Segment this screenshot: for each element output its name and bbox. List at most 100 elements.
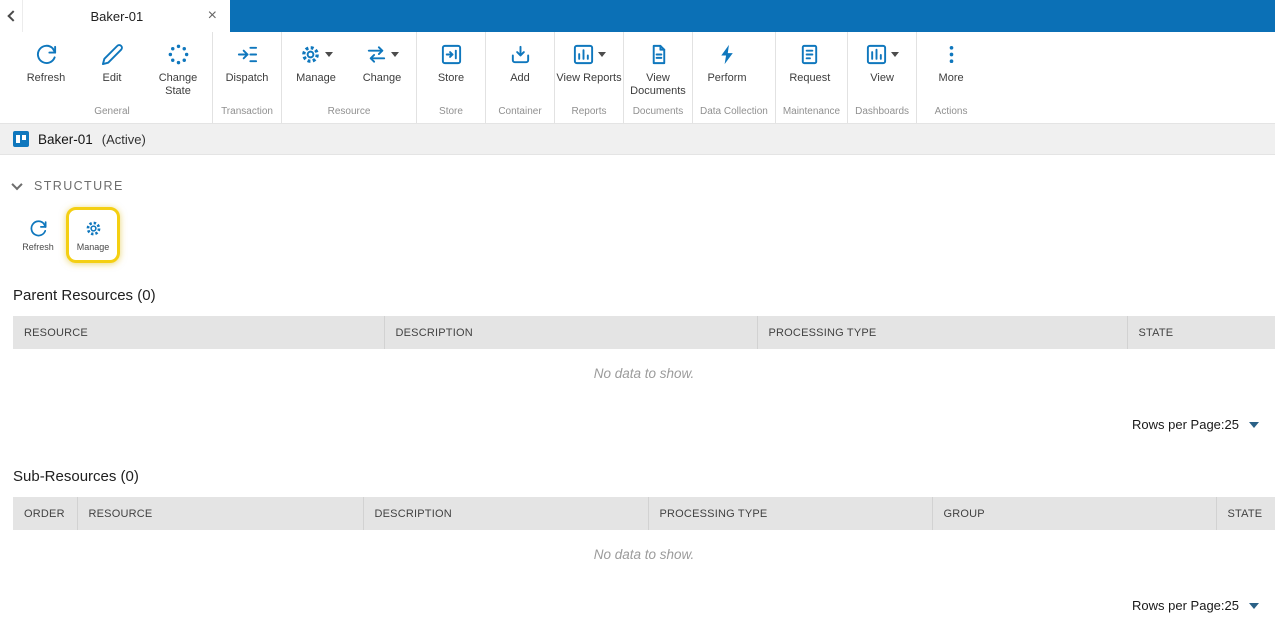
store-button[interactable]: Store bbox=[418, 32, 484, 106]
ribbon-group-label: Store bbox=[439, 106, 463, 117]
parent-resources-table: RESOURCE DESCRIPTION PROCESSING TYPE STA… bbox=[13, 316, 1275, 349]
ribbon-group-label: Actions bbox=[934, 106, 968, 117]
view-dashboards-button[interactable]: View bbox=[849, 32, 915, 106]
top-bar: Baker-01 × bbox=[0, 0, 1275, 32]
column-header-resource[interactable]: RESOURCE bbox=[13, 316, 385, 349]
column-header-state[interactable]: STATE bbox=[1216, 497, 1275, 530]
dropdown-caret-icon bbox=[391, 51, 399, 57]
empty-state-text: No data to show. bbox=[593, 366, 695, 381]
sub-resources-table: ORDER RESOURCE DESCRIPTION PROCESSING TY… bbox=[13, 497, 1275, 530]
refresh-icon bbox=[36, 44, 56, 64]
structure-refresh-button[interactable]: Refresh bbox=[16, 212, 60, 258]
lightning-bolt-icon bbox=[720, 44, 733, 64]
structure-section-title: STRUCTURE bbox=[34, 179, 124, 193]
ribbon-group-label: Maintenance bbox=[782, 106, 841, 117]
change-state-icon bbox=[168, 44, 188, 64]
parent-resources-title: Parent Resources (0) bbox=[13, 287, 156, 304]
ribbon-group-actions: More Actions bbox=[917, 32, 985, 123]
ribbon-group-dashboards: View Dashboards bbox=[848, 32, 918, 123]
edit-button[interactable]: Edit bbox=[79, 32, 145, 106]
view-documents-button[interactable]: View Documents bbox=[625, 32, 691, 106]
entity-name: Baker-01 bbox=[38, 131, 93, 147]
refresh-icon bbox=[30, 219, 46, 236]
gear-icon bbox=[86, 221, 100, 235]
ribbon-group-general: Refresh Edit Change State General bbox=[12, 32, 213, 123]
edit-icon bbox=[101, 43, 123, 65]
sub-resources-title: Sub-Resources (0) bbox=[13, 468, 139, 485]
rows-per-page-control[interactable]: Rows per Page:25 bbox=[13, 417, 1275, 432]
dispatch-button[interactable]: Dispatch bbox=[214, 32, 280, 106]
tab-title: Baker-01 bbox=[90, 8, 144, 24]
chevron-left-icon bbox=[7, 10, 19, 22]
view-reports-button[interactable]: View Reports bbox=[556, 32, 622, 106]
dropdown-caret-icon[interactable] bbox=[1249, 421, 1259, 428]
dropdown-caret-icon bbox=[891, 51, 900, 57]
column-header-description[interactable]: DESCRIPTION bbox=[384, 316, 758, 349]
column-header-order[interactable]: ORDER bbox=[13, 497, 78, 530]
ribbon-group-reports: View Reports Reports bbox=[555, 32, 624, 123]
rows-per-page-text: Rows per Page:25 bbox=[1132, 598, 1239, 613]
table-header-row: RESOURCE DESCRIPTION PROCESSING TYPE STA… bbox=[13, 316, 1275, 349]
change-state-button[interactable]: Change State bbox=[145, 32, 211, 106]
add-download-icon bbox=[511, 45, 529, 63]
table-header-row: ORDER RESOURCE DESCRIPTION PROCESSING TY… bbox=[13, 497, 1275, 530]
chevron-down-icon bbox=[11, 178, 23, 191]
main-content: STRUCTURE Refresh Manage Parent Resource… bbox=[0, 178, 1275, 613]
change-button[interactable]: Change bbox=[349, 32, 415, 106]
document-icon bbox=[652, 44, 665, 64]
dropdown-caret-icon bbox=[598, 51, 606, 57]
ribbon-toolbar: Refresh Edit Change State General Dispat… bbox=[0, 32, 1275, 124]
store-icon bbox=[441, 44, 461, 64]
vertical-ellipsis-icon bbox=[949, 45, 953, 63]
ribbon-group-label: Data Collection bbox=[700, 106, 768, 117]
gear-icon bbox=[302, 45, 319, 63]
ribbon-group-label: Documents bbox=[632, 106, 684, 117]
tab-strip: Baker-01 × bbox=[0, 0, 230, 32]
rows-per-page-control[interactable]: Rows per Page:25 bbox=[13, 598, 1275, 613]
dropdown-caret-icon[interactable] bbox=[1249, 602, 1259, 609]
column-header-group[interactable]: GROUP bbox=[932, 497, 1217, 530]
entity-state-badge: (Active) bbox=[101, 131, 146, 147]
ribbon-group-label: General bbox=[94, 106, 130, 117]
dashboard-chart-icon bbox=[866, 44, 887, 64]
column-header-description[interactable]: DESCRIPTION bbox=[363, 497, 649, 530]
add-button[interactable]: Add bbox=[487, 32, 553, 106]
dispatch-icon bbox=[237, 46, 257, 62]
refresh-button[interactable]: Refresh bbox=[13, 32, 79, 106]
swap-arrows-icon bbox=[367, 45, 386, 63]
ribbon-group-resource: Manage Change Resource bbox=[282, 32, 417, 123]
column-header-resource[interactable]: RESOURCE bbox=[77, 497, 364, 530]
close-tab-icon[interactable]: × bbox=[203, 6, 222, 26]
perform-button[interactable]: Perform bbox=[694, 32, 760, 106]
manage-button[interactable]: Manage bbox=[283, 32, 349, 106]
ribbon-group-documents: View Documents Documents bbox=[624, 32, 693, 123]
ribbon-group-label: Container bbox=[498, 106, 542, 117]
rows-per-page-text: Rows per Page:25 bbox=[1132, 417, 1239, 432]
ribbon-group-label: Reports bbox=[571, 106, 607, 117]
tab-baker-01[interactable]: Baker-01 × bbox=[22, 0, 230, 32]
ribbon-group-data-collection: Perform Data Collection bbox=[693, 32, 776, 123]
column-header-processing-type[interactable]: PROCESSING TYPE bbox=[757, 316, 1128, 349]
clipboard-icon bbox=[802, 44, 818, 64]
ribbon-group-container: Add Container bbox=[486, 32, 555, 123]
request-button[interactable]: Request bbox=[777, 32, 843, 106]
structure-manage-button[interactable]: Manage bbox=[71, 212, 115, 258]
back-button[interactable] bbox=[0, 0, 22, 32]
entity-header-bar: Baker-01 (Active) bbox=[0, 124, 1275, 155]
ribbon-group-label: Dashboards bbox=[855, 106, 910, 117]
bar-chart-icon bbox=[573, 44, 594, 64]
ribbon-group-label: Resource bbox=[327, 106, 371, 117]
ribbon-group-label: Transaction bbox=[221, 106, 273, 117]
ribbon-group-maintenance: Request Maintenance bbox=[776, 32, 849, 123]
dropdown-caret-icon bbox=[325, 51, 333, 57]
ribbon-group-transaction: Dispatch Transaction bbox=[213, 32, 282, 123]
structure-section-toggle[interactable]: STRUCTURE bbox=[11, 178, 1275, 193]
column-header-processing-type[interactable]: PROCESSING TYPE bbox=[648, 497, 933, 530]
structure-toolbar: Refresh Manage bbox=[13, 207, 1275, 263]
ribbon-group-store: Store Store bbox=[417, 32, 486, 123]
more-button[interactable]: More bbox=[918, 32, 984, 106]
resource-icon bbox=[13, 131, 29, 147]
empty-state-text: No data to show. bbox=[593, 547, 695, 562]
manage-button-highlight: Manage bbox=[66, 207, 120, 263]
column-header-state[interactable]: STATE bbox=[1127, 316, 1275, 349]
